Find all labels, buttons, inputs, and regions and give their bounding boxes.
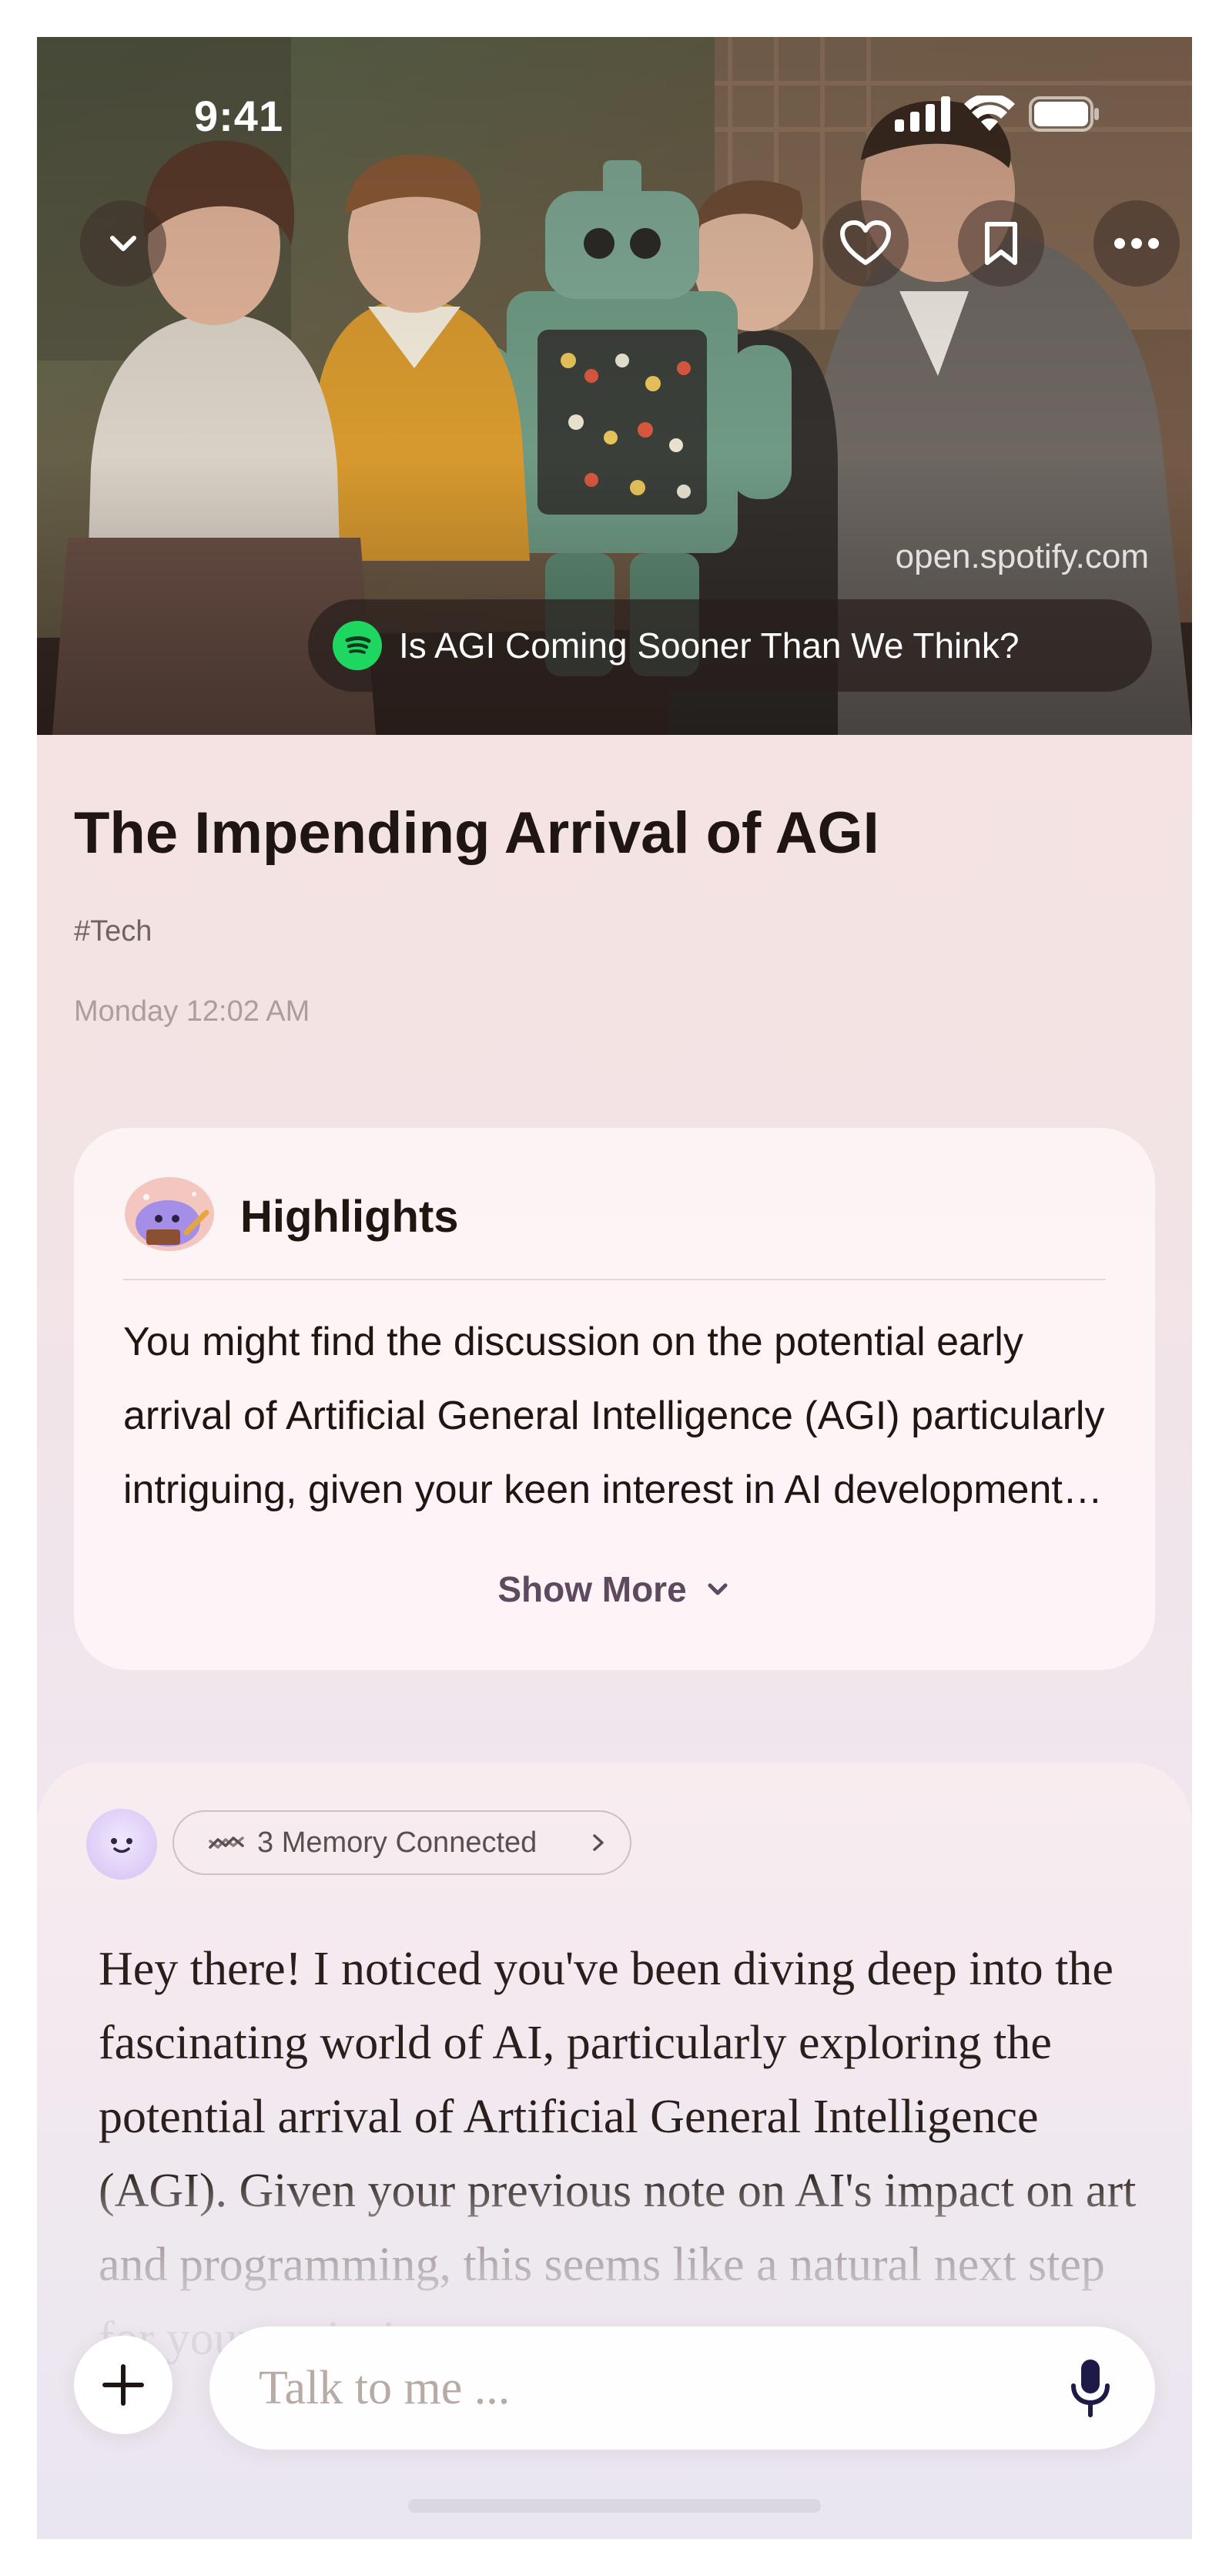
cellular-signal-icon bbox=[895, 96, 950, 132]
plus-icon bbox=[102, 2364, 144, 2406]
bookmark-button[interactable] bbox=[958, 200, 1044, 287]
status-icons bbox=[895, 96, 1100, 132]
assistant-avatar bbox=[86, 1809, 157, 1880]
battery-icon bbox=[1029, 96, 1099, 132]
home-indicator[interactable] bbox=[408, 2499, 821, 2513]
memory-link-icon bbox=[209, 1836, 244, 1849]
message-input[interactable]: Talk to me ... bbox=[209, 2326, 1155, 2450]
wifi-icon bbox=[964, 96, 1015, 131]
hero-image[interactable]: 9:41 open.spotify.com Is AGI Coming Soon… bbox=[37, 37, 1192, 735]
status-time: 9:41 bbox=[194, 92, 284, 140]
collapse-button[interactable] bbox=[80, 200, 166, 287]
app-screen: 9:41 open.spotify.com Is AGI Coming Soon… bbox=[37, 37, 1192, 2539]
message-input-placeholder: Talk to me ... bbox=[259, 2361, 511, 2414]
chevron-right-icon bbox=[593, 1834, 604, 1851]
highlights-card: Highlights You might find the discussion… bbox=[74, 1128, 1155, 1670]
like-button[interactable] bbox=[822, 200, 909, 287]
article-title: The Impending Arrival of AGI bbox=[74, 800, 879, 866]
article-tag[interactable]: #Tech bbox=[74, 915, 152, 948]
add-attachment-button[interactable] bbox=[74, 2336, 172, 2434]
show-more-button[interactable]: Show More bbox=[74, 1568, 1155, 1610]
source-link-pill[interactable]: Is AGI Coming Sooner Than We Think? bbox=[308, 599, 1152, 692]
memory-connected-label: 3 Memory Connected bbox=[257, 1826, 537, 1859]
highlights-avatar-icon bbox=[125, 1177, 214, 1251]
source-title: Is AGI Coming Sooner Than We Think? bbox=[399, 626, 1020, 666]
smiley-face-icon bbox=[111, 1838, 132, 1853]
more-options-button[interactable] bbox=[1093, 200, 1180, 287]
memory-connected-pill[interactable]: 3 Memory Connected bbox=[172, 1810, 631, 1875]
show-more-label: Show More bbox=[497, 1569, 687, 1609]
highlights-title: Highlights bbox=[240, 1192, 459, 1242]
chevron-down-icon bbox=[110, 236, 136, 251]
chevron-down-icon bbox=[708, 1583, 728, 1595]
article-date: Monday 12:02 AM bbox=[74, 995, 310, 1028]
microphone-icon[interactable] bbox=[1067, 2358, 1113, 2418]
highlights-body: You might find the discussion on the pot… bbox=[123, 1320, 1105, 1512]
highlights-divider bbox=[123, 1279, 1106, 1280]
heart-icon bbox=[840, 220, 891, 265]
more-icon bbox=[1114, 238, 1159, 249]
spotify-icon bbox=[333, 621, 382, 670]
bookmark-icon bbox=[985, 222, 1017, 265]
assistant-message: Hey there! I noticed you've been diving … bbox=[99, 1943, 1137, 2365]
source-url: open.spotify.com bbox=[895, 538, 1149, 575]
